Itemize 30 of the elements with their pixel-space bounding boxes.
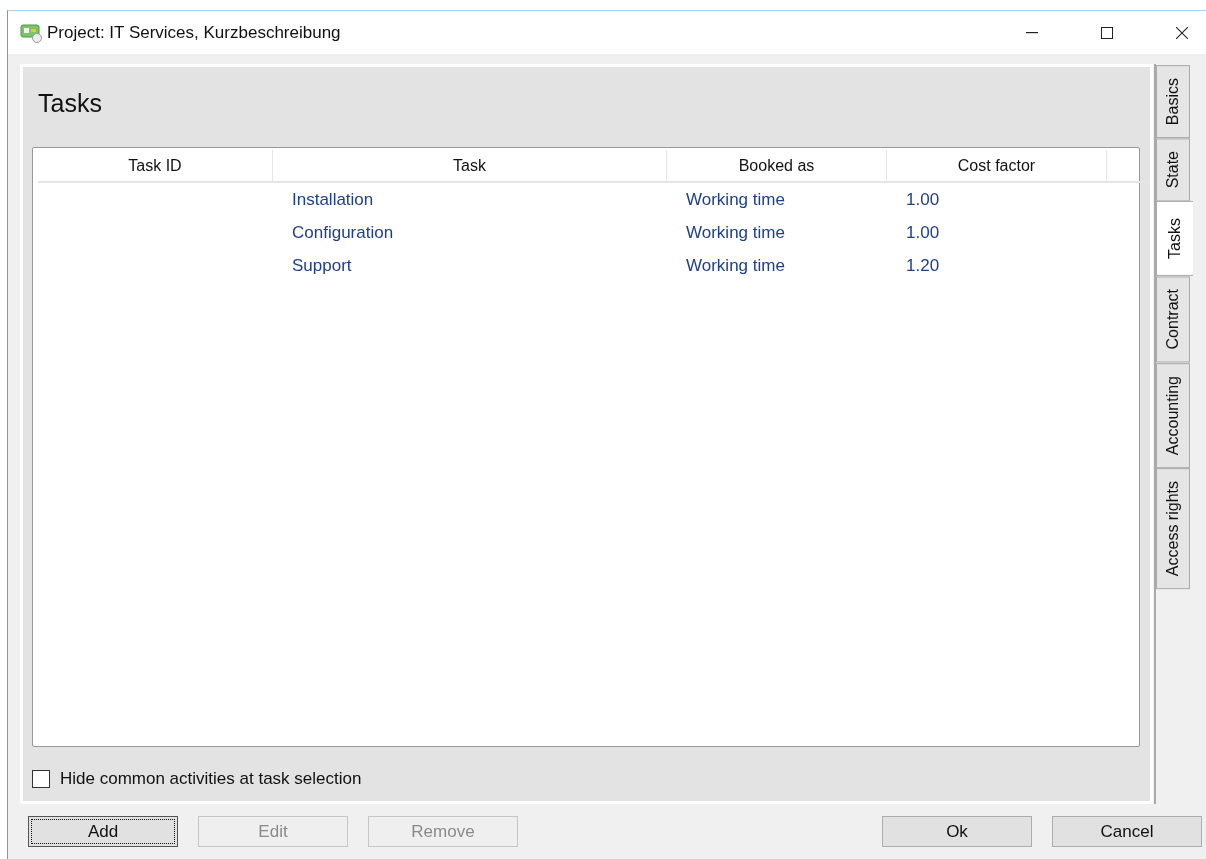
side-tab[interactable]: Contract: [1156, 276, 1190, 363]
minimize-icon[interactable]: [1026, 31, 1038, 34]
table-cell: 1.00: [906, 189, 940, 209]
maximize-icon[interactable]: [1101, 26, 1113, 39]
table-cell: Configuration: [292, 222, 394, 242]
table-cell: 1.20: [906, 255, 940, 275]
column-header[interactable]: Booked as: [667, 150, 887, 181]
column-header[interactable]: Task ID: [38, 150, 273, 181]
side-tab[interactable]: Accounting: [1156, 362, 1190, 469]
table-cell: Installation: [292, 189, 374, 209]
page-heading: Tasks: [37, 88, 103, 119]
dialog-button[interactable]: Cancel: [1052, 816, 1202, 847]
column-header[interactable]: Cost factor: [887, 150, 1107, 181]
side-tab[interactable]: Access rights: [1156, 468, 1190, 590]
side-tab[interactable]: State: [1156, 138, 1190, 202]
app-icon: [20, 22, 44, 43]
window-title: Project: IT Services, Kurzbeschreibung: [47, 22, 341, 43]
table-cell: Support: [292, 255, 352, 275]
checkbox[interactable]: [32, 770, 50, 788]
side-tab[interactable]: Basics: [1156, 65, 1190, 139]
dialog-button[interactable]: Add: [28, 816, 178, 847]
checkbox-label: Hide common activities at task selection: [60, 769, 362, 789]
table-cell: Working time: [686, 189, 785, 209]
dialog-button[interactable]: Ok: [882, 816, 1032, 847]
table-cell: 1.00: [906, 222, 940, 242]
table-cell: Working time: [686, 222, 785, 242]
column-header[interactable]: Task: [273, 150, 667, 181]
close-icon[interactable]: [1176, 26, 1188, 39]
side-tab[interactable]: Tasks: [1156, 201, 1193, 277]
table-cell: Working time: [686, 255, 785, 275]
